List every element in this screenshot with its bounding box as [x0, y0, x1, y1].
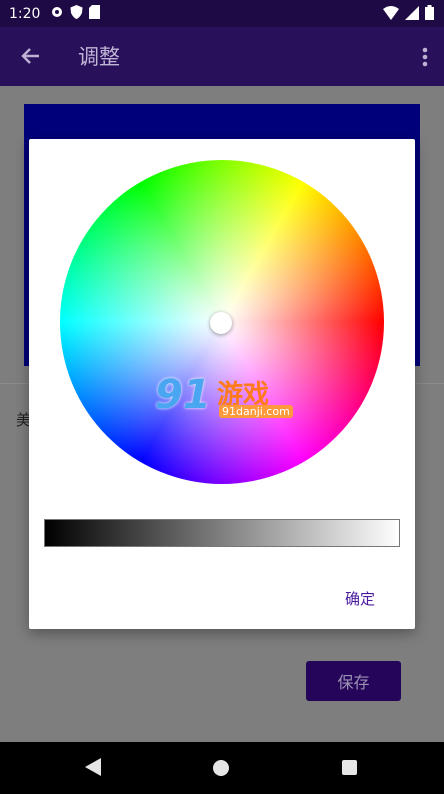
watermark-number: 91 [155, 372, 211, 418]
color-wheel-handle[interactable] [210, 312, 232, 334]
back-arrow-icon[interactable] [18, 43, 44, 69]
status-time: 1:20 [9, 5, 41, 22]
sd-card-icon [89, 4, 101, 23]
wifi-icon [383, 5, 399, 24]
page-title: 调整 [78, 45, 120, 69]
navigation-bar [0, 742, 444, 794]
color-picker-dialog: 确定 91 游戏 91danji.com [29, 139, 415, 629]
brightness-slider[interactable] [44, 519, 400, 547]
more-vert-icon[interactable] [422, 47, 428, 67]
confirm-button[interactable]: 确定 [345, 588, 375, 609]
app-bar: 调整 [0, 27, 444, 86]
gear-icon [50, 5, 64, 23]
nav-recent-icon[interactable] [342, 760, 357, 775]
shield-icon [70, 4, 83, 23]
signal-icon [405, 5, 419, 24]
battery-icon [425, 5, 434, 24]
nav-back-icon[interactable] [85, 758, 101, 780]
nav-home-icon[interactable] [213, 760, 229, 776]
watermark-url: 91danji.com [219, 405, 293, 418]
status-bar: 1:20 [0, 0, 444, 27]
save-button[interactable]: 保存 [306, 661, 401, 701]
watermark-logo: 91 游戏 91danji.com [155, 372, 295, 426]
